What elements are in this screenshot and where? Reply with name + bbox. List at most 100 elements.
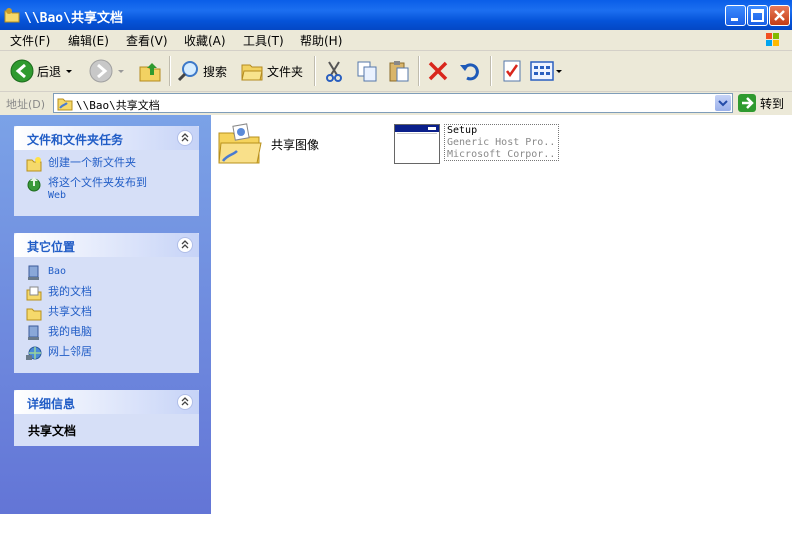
file-details: Setup Generic Host Pro... Microsoft Corp… xyxy=(444,124,559,161)
shared-folder-icon xyxy=(26,308,42,321)
properties-icon xyxy=(503,60,521,82)
new-folder-icon xyxy=(26,157,42,172)
folders-label: 文件夹 xyxy=(267,64,304,79)
folders-button[interactable]: 文件夹 xyxy=(240,57,303,85)
file-item[interactable]: Setup Generic Host Pro... Microsoft Corp… xyxy=(394,124,559,164)
task-publish-web[interactable]: 将这个文件夹发布到 Web xyxy=(14,176,199,204)
back-button[interactable]: 后退 xyxy=(10,57,75,85)
address-label: 地址(D) xyxy=(6,98,46,111)
delete-button[interactable] xyxy=(426,57,450,85)
file-company: Microsoft Corpor... xyxy=(447,149,556,160)
windows-logo-icon xyxy=(758,31,786,49)
folder-app-icon xyxy=(4,7,20,23)
computer-share-icon xyxy=(28,265,39,280)
task-pane: 文件和文件夹任务 创建一个新文件夹 将这个文件夹发布到 Web 其它位置 Bao… xyxy=(0,115,211,514)
toolbar-separator xyxy=(418,56,420,86)
file-item[interactable]: 共享图像 xyxy=(217,121,319,167)
place-my-computer[interactable]: 我的电脑 xyxy=(14,325,199,345)
copy-button[interactable] xyxy=(355,57,379,85)
chevron-down-icon[interactable] xyxy=(113,66,127,76)
file-name: Setup xyxy=(447,125,478,136)
copy-icon xyxy=(357,61,377,82)
up-folder-button[interactable] xyxy=(138,57,162,85)
tasks-panel-title: 文件和文件夹任务 xyxy=(27,133,124,147)
tasks-panel-header[interactable]: 文件和文件夹任务 xyxy=(14,126,199,150)
forward-arrow-icon xyxy=(89,59,113,83)
explorer-window: \\Bao\共享文档 文件(F) 编辑(E) 查看(V) 收藏(A) 工具(T)… xyxy=(0,0,792,514)
publish-web-icon xyxy=(27,177,41,192)
collapse-icon[interactable] xyxy=(177,394,193,410)
menu-tools[interactable]: 工具(T) xyxy=(243,32,284,49)
details-panel-title: 详细信息 xyxy=(27,397,76,411)
chevron-down-icon xyxy=(718,100,728,107)
minimize-button[interactable] xyxy=(725,5,746,26)
properties-button[interactable] xyxy=(500,57,524,85)
place-shared-documents-label: 共享文档 xyxy=(48,305,92,318)
cut-button[interactable] xyxy=(322,57,346,85)
views-button[interactable] xyxy=(529,57,563,85)
scissors-icon xyxy=(326,61,342,82)
views-grid-icon xyxy=(530,61,554,81)
file-list-view[interactable]: 共享图像 Setup Generic Host Pro... Microsoft… xyxy=(211,115,792,514)
menu-favorites[interactable]: 收藏(A) xyxy=(184,32,226,49)
place-bao-label: Bao xyxy=(48,266,67,277)
menu-file[interactable]: 文件(F) xyxy=(10,32,50,49)
toolbar-separator xyxy=(490,56,492,86)
menu-view[interactable]: 查看(V) xyxy=(126,32,168,49)
toolbar: 后退 搜索 文件夹 xyxy=(0,51,792,92)
chevron-down-icon[interactable] xyxy=(555,66,563,76)
menu-edit[interactable]: 编辑(E) xyxy=(68,32,109,49)
undo-button[interactable] xyxy=(458,57,482,85)
maximize-button[interactable] xyxy=(747,5,768,26)
task-new-folder[interactable]: 创建一个新文件夹 xyxy=(14,156,199,176)
my-computer-icon xyxy=(28,325,39,340)
delete-x-icon xyxy=(428,61,448,81)
collapse-icon[interactable] xyxy=(177,130,193,146)
place-network[interactable]: 网上邻居 xyxy=(14,345,199,365)
back-arrow-icon xyxy=(10,59,34,83)
task-publish-web-label: 将这个文件夹发布到 xyxy=(48,176,147,189)
address-dropdown[interactable] xyxy=(715,95,731,111)
menu-help[interactable]: 帮助(H) xyxy=(300,32,342,49)
toolbar-separator xyxy=(169,56,171,86)
chevron-down-icon[interactable] xyxy=(61,66,75,76)
back-label: 后退 xyxy=(37,64,62,79)
address-value: \\Bao\共享文档 xyxy=(76,99,160,112)
shared-pictures-folder-icon xyxy=(218,123,262,164)
address-input[interactable]: \\Bao\共享文档 xyxy=(53,93,733,113)
place-shared-documents[interactable]: 共享文档 xyxy=(14,305,199,325)
toolbar-separator xyxy=(314,56,316,86)
my-documents-icon xyxy=(26,286,42,301)
place-my-computer-label: 我的电脑 xyxy=(48,325,92,338)
shared-folder-icon xyxy=(57,98,73,111)
menu-bar: 文件(F) 编辑(E) 查看(V) 收藏(A) 工具(T) 帮助(H) xyxy=(0,30,792,51)
details-panel-header[interactable]: 详细信息 xyxy=(14,390,199,414)
setup-exe-icon xyxy=(394,124,440,164)
place-network-label: 网上邻居 xyxy=(48,345,92,358)
task-publish-web-label-2: Web xyxy=(48,190,67,201)
up-folder-icon xyxy=(139,63,161,82)
forward-button[interactable] xyxy=(89,57,127,85)
undo-icon xyxy=(460,63,479,81)
search-label: 搜索 xyxy=(203,64,228,79)
title-bar[interactable]: \\Bao\共享文档 xyxy=(0,0,792,30)
details-name: 共享文档 xyxy=(28,424,77,438)
place-my-documents[interactable]: 我的文档 xyxy=(14,285,199,305)
collapse-icon[interactable] xyxy=(177,237,193,253)
go-label: 转到 xyxy=(760,96,785,111)
close-button[interactable] xyxy=(769,5,790,26)
window-title: \\Bao\共享文档 xyxy=(24,11,123,26)
network-places-icon xyxy=(26,346,42,360)
place-my-documents-label: 我的文档 xyxy=(48,285,92,298)
paste-icon xyxy=(389,61,409,82)
go-arrow-icon xyxy=(738,94,756,112)
address-bar: 地址(D) \\Bao\共享文档 转到 xyxy=(0,92,792,115)
paste-button[interactable] xyxy=(387,57,411,85)
search-button[interactable]: 搜索 xyxy=(176,57,227,85)
place-bao[interactable]: Bao xyxy=(14,265,199,285)
places-panel-header[interactable]: 其它位置 xyxy=(14,233,199,257)
go-button[interactable]: 转到 xyxy=(738,94,784,112)
search-icon xyxy=(177,61,198,82)
places-panel: 其它位置 Bao 我的文档 共享文档 我的电脑 网上邻居 xyxy=(14,233,199,373)
tasks-panel: 文件和文件夹任务 创建一个新文件夹 将这个文件夹发布到 Web xyxy=(14,126,199,216)
